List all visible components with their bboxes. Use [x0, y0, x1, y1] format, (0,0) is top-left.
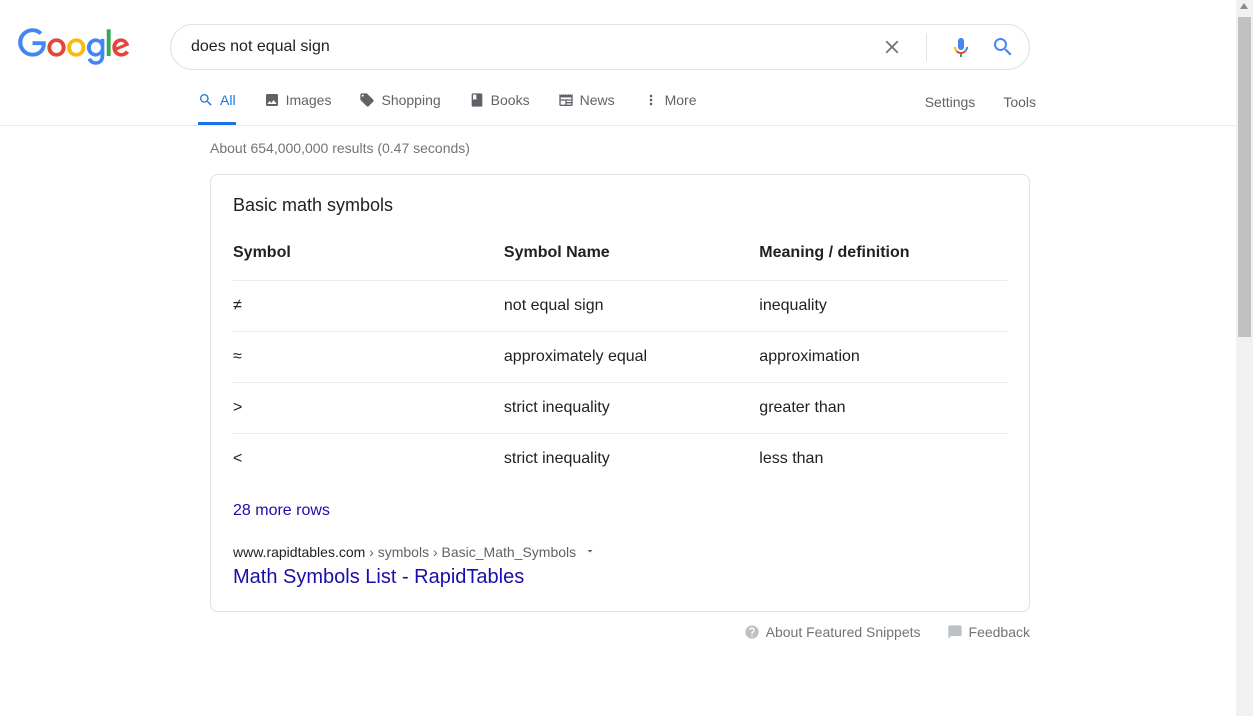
name-cell: approximately equal — [504, 332, 759, 383]
feedback-icon — [947, 624, 963, 640]
featured-title: Basic math symbols — [233, 195, 1007, 216]
cite-dropdown-icon[interactable] — [584, 544, 596, 560]
result-stats: About 654,000,000 results (0.47 seconds) — [210, 140, 1050, 156]
search-box[interactable] — [170, 24, 1030, 70]
image-icon — [264, 92, 280, 108]
tab-news[interactable]: News — [558, 92, 615, 125]
meaning-cell: greater than — [759, 383, 1007, 434]
google-logo[interactable] — [18, 28, 130, 69]
symbols-table: Symbol Symbol Name Meaning / definition … — [233, 234, 1007, 484]
tab-books[interactable]: Books — [469, 92, 530, 125]
scroll-up-icon[interactable] — [1240, 3, 1248, 9]
table-row: ≈ approximately equal approximation — [233, 332, 1007, 383]
meaning-cell: less than — [759, 434, 1007, 485]
meaning-cell: approximation — [759, 332, 1007, 383]
meaning-cell: inequality — [759, 281, 1007, 332]
table-row: > strict inequality greater than — [233, 383, 1007, 434]
scrollbar[interactable] — [1236, 0, 1253, 716]
voice-search-icon[interactable] — [949, 35, 973, 59]
tools-link[interactable]: Tools — [1003, 94, 1036, 110]
scrollbar-thumb[interactable] — [1238, 17, 1251, 337]
tab-images[interactable]: Images — [264, 92, 332, 125]
search-divider — [926, 33, 927, 61]
name-cell: strict inequality — [504, 434, 759, 485]
tab-label: Shopping — [381, 92, 440, 108]
tab-shopping[interactable]: Shopping — [359, 92, 440, 125]
more-rows-link[interactable]: 28 more rows — [233, 502, 330, 520]
table-row: ≠ not equal sign inequality — [233, 281, 1007, 332]
feedback-link[interactable]: Feedback — [947, 624, 1030, 640]
tab-label: News — [580, 92, 615, 108]
settings-link[interactable]: Settings — [925, 94, 976, 110]
symbol-cell: > — [233, 383, 504, 434]
tab-label: All — [220, 92, 236, 108]
featured-result-title[interactable]: Math Symbols List - RapidTables — [233, 566, 1007, 589]
news-icon — [558, 92, 574, 108]
tab-label: More — [665, 92, 697, 108]
footer-link-label: About Featured Snippets — [766, 624, 921, 640]
symbol-cell: ≈ — [233, 332, 504, 383]
book-icon — [469, 92, 485, 108]
cite-path: › symbols › Basic_Math_Symbols — [365, 544, 576, 560]
tab-label: Images — [286, 92, 332, 108]
name-cell: not equal sign — [504, 281, 759, 332]
clear-icon[interactable] — [880, 35, 904, 59]
table-header: Meaning / definition — [759, 234, 1007, 281]
symbol-cell: < — [233, 434, 504, 485]
more-icon — [643, 92, 659, 108]
tab-more[interactable]: More — [643, 92, 697, 125]
table-header: Symbol Name — [504, 234, 759, 281]
table-header: Symbol — [233, 234, 504, 281]
help-icon — [744, 624, 760, 640]
search-small-icon — [198, 92, 214, 108]
featured-snippet: Basic math symbols Symbol Symbol Name Me… — [210, 174, 1030, 612]
name-cell: strict inequality — [504, 383, 759, 434]
tag-icon — [359, 92, 375, 108]
symbol-cell: ≠ — [233, 281, 504, 332]
table-row: < strict inequality less than — [233, 434, 1007, 485]
footer-link-label: Feedback — [969, 624, 1030, 640]
cite-domain: www.rapidtables.com — [233, 544, 365, 560]
tab-all[interactable]: All — [198, 92, 236, 125]
search-input[interactable] — [191, 38, 880, 56]
about-snippets-link[interactable]: About Featured Snippets — [744, 624, 921, 640]
result-cite: www.rapidtables.com › symbols › Basic_Ma… — [233, 544, 576, 560]
tab-label: Books — [491, 92, 530, 108]
search-icon[interactable] — [991, 35, 1015, 59]
